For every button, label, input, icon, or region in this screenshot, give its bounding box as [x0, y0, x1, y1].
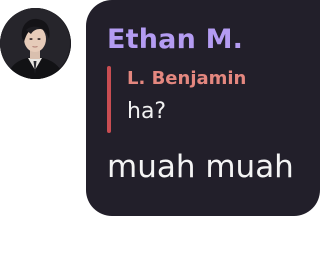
- reply-quote[interactable]: L. Benjamin ha?: [107, 66, 307, 133]
- message-bubble[interactable]: Ethan M. L. Benjamin ha? muah muah: [86, 0, 320, 216]
- reply-quote-bar: [107, 66, 111, 133]
- sender-name[interactable]: Ethan M.: [107, 24, 243, 55]
- reply-author: L. Benjamin: [127, 68, 247, 89]
- avatar-photo-icon: [0, 8, 71, 79]
- avatar[interactable]: [0, 8, 71, 79]
- chat-message-row: Ethan M. L. Benjamin ha? muah muah: [0, 0, 320, 263]
- reply-text: ha?: [127, 99, 167, 124]
- message-text: muah muah: [107, 149, 294, 185]
